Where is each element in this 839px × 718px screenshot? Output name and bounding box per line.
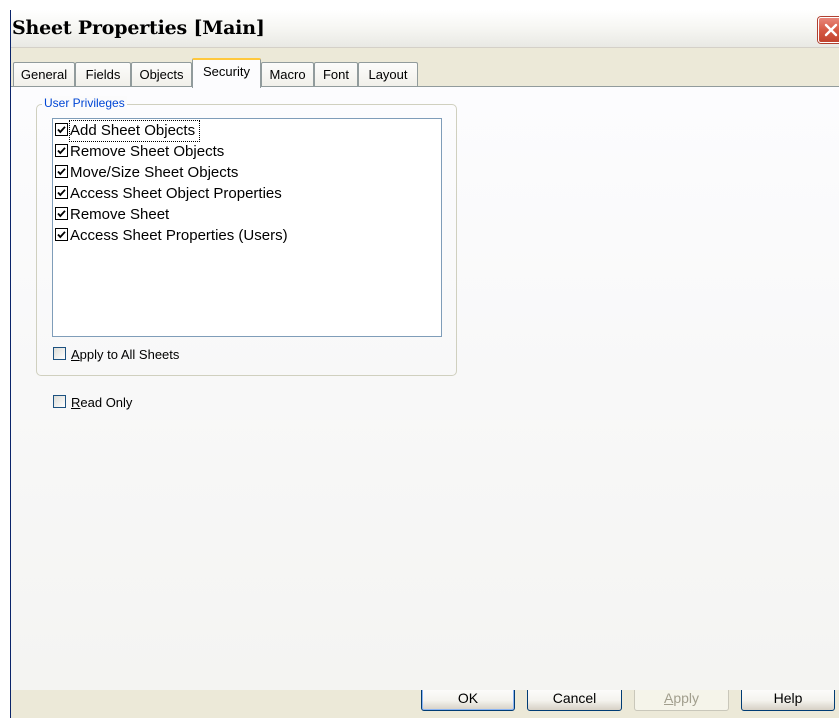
mnemonic-a: A (663, 690, 674, 706)
list-item-remove-sheet[interactable]: Remove Sheet (55, 205, 173, 225)
list-item-label: Access Sheet Properties (Users) (70, 227, 288, 244)
label-text: ead Only (80, 395, 133, 410)
checkbox-add-sheet-objects[interactable] (55, 123, 68, 136)
tab-fields[interactable]: Fields (75, 62, 131, 86)
apply-to-all-sheets-checkbox[interactable] (53, 347, 66, 360)
list-item-label: Add Sheet Objects (68, 120, 201, 142)
tab-macro[interactable]: Macro (261, 62, 314, 86)
list-item-remove-sheet-objects[interactable]: Remove Sheet Objects (55, 142, 228, 162)
list-item-label: Access Sheet Object Properties (70, 185, 282, 202)
checkmark-icon (57, 210, 66, 218)
apply-to-all-sheets-label[interactable]: Apply to All Sheets (71, 347, 179, 362)
checkbox-remove-sheet[interactable] (55, 207, 68, 220)
checkbox-access-sheet-properties-users[interactable] (55, 228, 68, 241)
tab-layout[interactable]: Layout (358, 62, 418, 86)
close-icon (824, 23, 838, 37)
user-privileges-list[interactable]: Add Sheet Objects Remove Sheet Objects M… (52, 118, 442, 337)
checkmark-icon (57, 189, 66, 197)
user-privileges-legend: User Privileges (42, 96, 127, 110)
list-item-add-sheet-objects[interactable]: Add Sheet Objects (55, 120, 201, 142)
read-only-checkbox[interactable] (53, 395, 66, 408)
list-item-label: Remove Sheet Objects (70, 143, 225, 160)
list-item-label: Move/Size Sheet Objects (70, 164, 239, 181)
label-text: pply to All Sheets (79, 347, 180, 362)
checkmark-icon (57, 147, 66, 155)
list-item-access-sheet-object-properties[interactable]: Access Sheet Object Properties (55, 184, 286, 204)
checkmark-icon (57, 231, 66, 239)
label-text: pply (673, 690, 700, 706)
tab-objects[interactable]: Objects (131, 62, 192, 86)
tab-security[interactable]: Security (192, 58, 261, 88)
read-only-label[interactable]: Read Only (71, 395, 132, 410)
title-bar[interactable]: Sheet Properties [Main] (11, 10, 839, 48)
sheet-properties-dialog: Sheet Properties [Main] General Fields O… (10, 10, 839, 718)
checkbox-access-sheet-object-properties[interactable] (55, 186, 68, 199)
window-title: Sheet Properties [Main] (12, 17, 265, 39)
list-item-label: Remove Sheet (70, 206, 170, 223)
close-button[interactable] (818, 17, 839, 43)
tab-font[interactable]: Font (314, 62, 358, 86)
checkbox-move-size-sheet-objects[interactable] (55, 165, 68, 178)
list-item-access-sheet-properties-users[interactable]: Access Sheet Properties (Users) (55, 226, 292, 246)
checkmark-icon (57, 168, 66, 176)
checkbox-remove-sheet-objects[interactable] (55, 144, 68, 157)
list-item-move-size-sheet-objects[interactable]: Move/Size Sheet Objects (55, 163, 242, 183)
tab-general[interactable]: General (13, 62, 75, 86)
checkmark-icon (57, 126, 66, 134)
mnemonic-r: R (71, 395, 81, 410)
mnemonic-a: A (71, 347, 80, 362)
